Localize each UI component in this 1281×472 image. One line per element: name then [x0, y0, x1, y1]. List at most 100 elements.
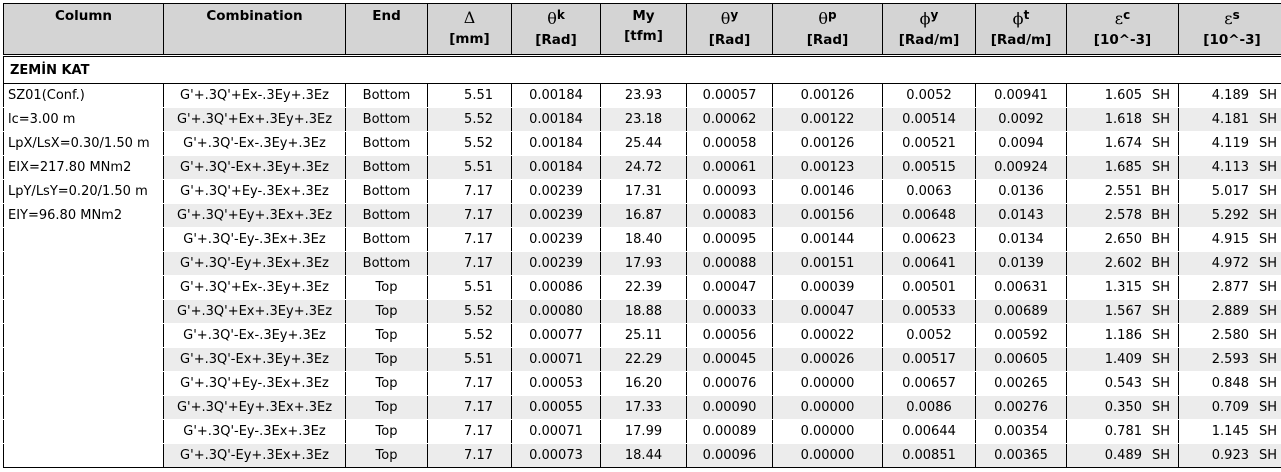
cell-epsilon-s: 4.113 SH — [1178, 155, 1281, 180]
cell-theta-p: 0.00022 — [772, 323, 883, 348]
cell-phi-t: 0.00941 — [975, 83, 1067, 108]
cell-delta: 7.17 — [427, 179, 512, 204]
header-phi-t[interactable]: ϕt [Rad/m] — [975, 3, 1067, 57]
cell-theta-y: 0.00057 — [686, 83, 773, 108]
cell-epsilon-c-tag: SH — [1151, 88, 1170, 103]
cell-epsilon-s-tag: SH — [1258, 88, 1277, 103]
cell-theta-y: 0.00088 — [686, 251, 773, 276]
cell-theta-y: 0.00033 — [686, 299, 773, 324]
cell-theta-p: 0.00047 — [772, 299, 883, 324]
cell-theta-p: 0.00000 — [772, 419, 883, 444]
cell-my: 16.87 — [600, 203, 687, 228]
table-row[interactable]: LpX/LsX=0.30/1.50 m G'+.3Q'-Ex-.3Ey+.3Ez B… — [3, 131, 1281, 156]
header-epsilon-s[interactable]: εs [10^-3] — [1178, 3, 1281, 57]
cell-column-info — [3, 251, 164, 276]
header-end[interactable]: End — [345, 3, 428, 57]
header-theta-y[interactable]: θy [Rad] — [686, 3, 773, 57]
cell-phi-y: 0.0052 — [882, 83, 976, 108]
header-phi-y[interactable]: ϕy [Rad/m] — [882, 3, 976, 57]
cell-column-info — [3, 419, 164, 444]
cell-epsilon-s-value: 5.292 — [1211, 208, 1249, 223]
cell-end: Bottom — [345, 203, 428, 228]
cell-epsilon-s: 1.145 SH — [1178, 419, 1281, 444]
header-theta-k[interactable]: θk [Rad] — [511, 3, 601, 57]
cell-phi-y: 0.00517 — [882, 347, 976, 372]
cell-theta-k: 0.00184 — [511, 155, 601, 180]
table-row[interactable]: lc=3.00 m G'+.3Q'+Ex+.3Ey+.3Ez Bottom 5.52 0… — [3, 107, 1281, 132]
cell-delta: 5.51 — [427, 83, 512, 108]
header-delta[interactable]: Δ [mm] — [427, 3, 512, 57]
cell-column-info: EIX=217.80 MNm2 — [3, 155, 164, 180]
cell-end: Top — [345, 275, 428, 300]
cell-epsilon-c: 0.489 SH — [1066, 443, 1179, 468]
cell-combination: G'+.3Q'+Ey+.3Ex+.3Ez — [163, 395, 346, 420]
cell-delta: 7.17 — [427, 203, 512, 228]
cell-phi-t: 0.00605 — [975, 347, 1067, 372]
cell-epsilon-s-value: 2.877 — [1211, 280, 1249, 295]
cell-theta-k: 0.00086 — [511, 275, 601, 300]
cell-epsilon-s: 5.017 SH — [1178, 179, 1281, 204]
results-table-container: Column Combination End Δ [mm] θk [Rad] My[… — [3, 3, 1281, 468]
cell-theta-p: 0.00156 — [772, 203, 883, 228]
table-row[interactable]: LpY/LsY=0.20/1.50 m G'+.3Q'+Ey-.3Ex+.3Ez B… — [3, 179, 1281, 204]
table-row[interactable]: G'+.3Q'-Ex-.3Ey+.3Ez Top 5.52 0.00077 25.11 0… — [3, 323, 1281, 348]
cell-end: Bottom — [345, 131, 428, 156]
cell-theta-p: 0.00000 — [772, 395, 883, 420]
cell-my: 25.11 — [600, 323, 687, 348]
cell-epsilon-c-value: 0.543 — [1104, 376, 1142, 391]
header-column[interactable]: Column — [3, 3, 164, 57]
cell-epsilon-c-value: 1.315 — [1104, 280, 1142, 295]
header-my[interactable]: My [tfm] — [600, 3, 687, 57]
header-combination[interactable]: Combination — [163, 3, 346, 57]
cell-epsilon-c: 1.674 SH — [1066, 131, 1179, 156]
table-row[interactable]: G'+.3Q'+Ey+.3Ex+.3Ez Top 7.17 0.00055 17.33 0… — [3, 395, 1281, 420]
cell-phi-t: 0.00631 — [975, 275, 1067, 300]
cell-epsilon-c-value: 1.685 — [1104, 160, 1142, 175]
cell-delta: 7.17 — [427, 227, 512, 252]
cell-phi-y: 0.00514 — [882, 107, 976, 132]
cell-phi-y: 0.00533 — [882, 299, 976, 324]
cell-theta-y: 0.00083 — [686, 203, 773, 228]
cell-phi-t: 0.0092 — [975, 107, 1067, 132]
table-row[interactable]: G'+.3Q'+Ex+.3Ey+.3Ez Top 5.52 0.00080 18.88 0… — [3, 299, 1281, 324]
header-theta-p[interactable]: θp [Rad] — [772, 3, 883, 57]
table-row[interactable]: EIX=217.80 MNm2 G'+.3Q'-Ex+.3Ey+.3Ez Botto… — [3, 155, 1281, 180]
cell-theta-y: 0.00047 — [686, 275, 773, 300]
cell-epsilon-s-value: 1.145 — [1211, 424, 1249, 439]
cell-epsilon-s-tag: SH — [1258, 304, 1277, 319]
cell-end: Top — [345, 371, 428, 396]
table-row[interactable]: G'+.3Q'+Ey-.3Ex+.3Ez Top 7.17 0.00053 16.20 0… — [3, 371, 1281, 396]
table-row[interactable]: SZ01(Conf.) G'+.3Q'+Ex-.3Ey+.3Ez Bottom 5.5… — [3, 83, 1281, 108]
cell-epsilon-c: 1.567 SH — [1066, 299, 1179, 324]
cell-epsilon-s: 4.972 SH — [1178, 251, 1281, 276]
cell-epsilon-c-tag: SH — [1151, 400, 1170, 415]
table-row[interactable]: G'+.3Q'-Ey-.3Ex+.3Ez Top 7.17 0.00071 17.99 0… — [3, 419, 1281, 444]
cell-phi-y: 0.0052 — [882, 323, 976, 348]
cell-epsilon-c-value: 1.674 — [1104, 136, 1142, 151]
cell-epsilon-s-value: 4.915 — [1211, 232, 1249, 247]
table-row[interactable]: G'+.3Q'-Ex+.3Ey+.3Ez Top 5.51 0.00071 22.29 0… — [3, 347, 1281, 372]
cell-phi-y: 0.00851 — [882, 443, 976, 468]
cell-epsilon-c: 1.685 SH — [1066, 155, 1179, 180]
cell-end: Top — [345, 419, 428, 444]
cell-combination: G'+.3Q'-Ey+.3Ex+.3Ez — [163, 443, 346, 468]
cell-epsilon-s: 5.292 SH — [1178, 203, 1281, 228]
cell-my: 23.18 — [600, 107, 687, 132]
cell-theta-p: 0.00122 — [772, 107, 883, 132]
table-row[interactable]: G'+.3Q'+Ex-.3Ey+.3Ez Top 5.51 0.00086 22.39 0… — [3, 275, 1281, 300]
cell-epsilon-s-tag: SH — [1258, 184, 1277, 199]
cell-phi-t: 0.00265 — [975, 371, 1067, 396]
cell-epsilon-c: 1.618 SH — [1066, 107, 1179, 132]
table-row[interactable]: G'+.3Q'-Ey+.3Ex+.3Ez Top 7.17 0.00073 18.44 0… — [3, 443, 1281, 468]
header-epsilon-c[interactable]: εc [10^-3] — [1066, 3, 1179, 57]
cell-epsilon-c: 1.315 SH — [1066, 275, 1179, 300]
cell-combination: G'+.3Q'+Ey-.3Ex+.3Ez — [163, 371, 346, 396]
cell-epsilon-c-value: 2.578 — [1104, 208, 1142, 223]
cell-theta-k: 0.00080 — [511, 299, 601, 324]
cell-epsilon-s-value: 4.119 — [1211, 136, 1249, 151]
table-row[interactable]: G'+.3Q'-Ey-.3Ex+.3Ez Bottom 7.17 0.00239 18.… — [3, 227, 1281, 252]
cell-phi-t: 0.0094 — [975, 131, 1067, 156]
cell-epsilon-c-tag: BH — [1151, 232, 1170, 247]
table-row[interactable]: EIY=96.80 MNm2 G'+.3Q'+Ey+.3Ex+.3Ez Bottom… — [3, 203, 1281, 228]
table-row[interactable]: G'+.3Q'-Ey+.3Ex+.3Ez Bottom 7.17 0.00239 17.… — [3, 251, 1281, 276]
